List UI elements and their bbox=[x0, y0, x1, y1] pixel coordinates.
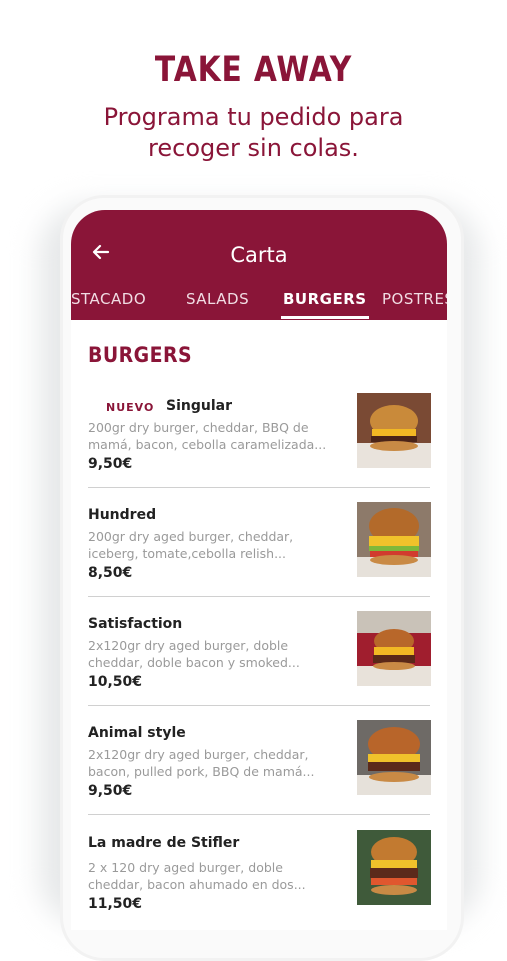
item-price: 11,50€ bbox=[88, 896, 143, 912]
menu-item[interactable]: NUEVO Singular 200gr dry burger, cheddar… bbox=[71, 393, 447, 501]
item-name: Animal style bbox=[88, 725, 186, 741]
item-description-line2: cheddar, doble bacon y smoked... bbox=[88, 655, 300, 670]
item-name: Singular bbox=[166, 398, 232, 414]
item-divider bbox=[88, 705, 430, 706]
item-divider bbox=[88, 596, 430, 597]
active-tab-indicator bbox=[281, 316, 369, 319]
promo-title: TAKE AWAY bbox=[154, 50, 353, 90]
item-description: 2x120gr dry aged burger, doble cheddar, … bbox=[88, 637, 338, 671]
burger-image bbox=[357, 393, 431, 468]
promo-subtitle: Programa tu pedido para recoger sin cola… bbox=[0, 102, 507, 164]
item-description: 200gr dry burger, cheddar, BBQ de mamá, … bbox=[88, 419, 338, 453]
item-description-line1: 2x120gr dry aged burger, doble bbox=[88, 638, 289, 653]
item-description: 200gr dry aged burger, cheddar, iceberg,… bbox=[88, 528, 338, 562]
burger-image bbox=[357, 720, 431, 795]
section-title: BURGERS bbox=[88, 343, 193, 367]
item-description-line2: bacon, pulled pork, BBQ de mamá... bbox=[88, 764, 315, 779]
tab-postres[interactable]: POSTRES bbox=[382, 288, 447, 320]
promo-subtitle-line1: Programa tu pedido para bbox=[103, 103, 404, 131]
item-description-line2: iceberg, tomate,cebolla relish... bbox=[88, 546, 286, 561]
item-price: 9,50€ bbox=[88, 456, 133, 472]
item-price: 10,50€ bbox=[88, 674, 143, 690]
item-description: 2 x 120 dry aged burger, doble cheddar, … bbox=[88, 859, 338, 893]
menu-item[interactable]: Animal style 2x120gr dry aged burger, ch… bbox=[71, 720, 447, 828]
category-tabs: DESTACADO SALADS BURGERS POSTRES bbox=[71, 288, 447, 320]
app-bar: Carta DESTACADO SALADS BURGERS POSTRES bbox=[71, 210, 447, 320]
app-screen: Carta DESTACADO SALADS BURGERS POSTRES B… bbox=[71, 210, 447, 930]
menu-item[interactable]: Hundred 200gr dry aged burger, cheddar, … bbox=[71, 502, 447, 610]
new-badge: NUEVO bbox=[106, 401, 155, 414]
item-name: Satisfaction bbox=[88, 616, 183, 632]
menu-item[interactable]: La madre de Stifler 2 x 120 dry aged bur… bbox=[71, 830, 447, 930]
page-title: Carta bbox=[230, 243, 288, 267]
menu-item[interactable]: Satisfaction 2x120gr dry aged burger, do… bbox=[71, 611, 447, 719]
item-description-line2: mamá, bacon, cebolla caramelizada... bbox=[88, 437, 327, 452]
item-name: Hundred bbox=[88, 507, 157, 523]
item-name: La madre de Stifler bbox=[88, 835, 240, 851]
item-price: 8,50€ bbox=[88, 565, 133, 581]
item-description-line1: 2x120gr dry aged burger, cheddar, bbox=[88, 747, 309, 762]
tab-destacado[interactable]: DESTACADO bbox=[71, 288, 146, 320]
item-description-line1: 200gr dry aged burger, cheddar, bbox=[88, 529, 294, 544]
item-description: 2x120gr dry aged burger, cheddar, bacon,… bbox=[88, 746, 338, 780]
item-divider bbox=[88, 487, 430, 488]
promo-subtitle-line2: recoger sin colas. bbox=[148, 134, 359, 162]
item-description-line1: 2 x 120 dry aged burger, doble bbox=[88, 860, 283, 875]
item-description-line1: 200gr dry burger, cheddar, BBQ de bbox=[88, 420, 309, 435]
tab-salads[interactable]: SALADS bbox=[186, 288, 249, 320]
burger-image bbox=[357, 611, 431, 686]
burger-image bbox=[357, 502, 431, 577]
item-divider bbox=[88, 814, 430, 815]
item-description-line2: cheddar, bacon ahumado en dos... bbox=[88, 877, 306, 892]
burger-image bbox=[357, 830, 431, 905]
item-price: 9,50€ bbox=[88, 783, 133, 799]
